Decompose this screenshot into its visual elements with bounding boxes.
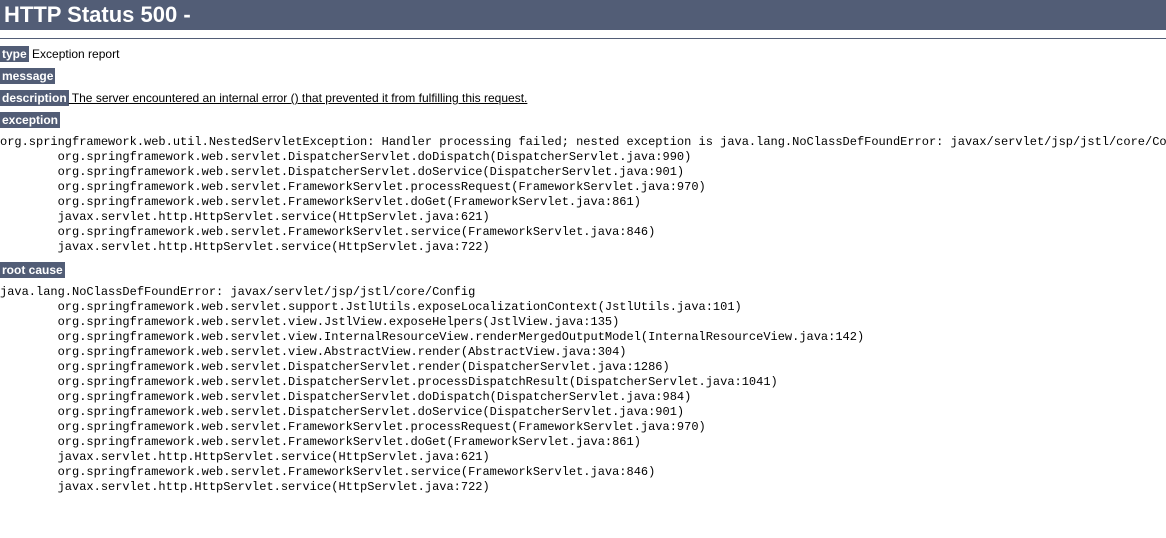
type-label: type — [0, 46, 29, 62]
type-value: Exception report — [29, 47, 120, 61]
root-cause-heading: root cause — [0, 263, 1166, 277]
type-line: type Exception report — [0, 47, 1166, 61]
exception-trace: org.springframework.web.util.NestedServl… — [0, 135, 1166, 255]
message-label: message — [0, 68, 55, 84]
root-cause-trace: java.lang.NoClassDefFoundError: javax/se… — [0, 285, 1166, 495]
root-cause-label: root cause — [0, 262, 65, 278]
divider-top — [0, 38, 1166, 39]
message-line: message — [0, 69, 1166, 83]
description-line: description The server encountered an in… — [0, 91, 1166, 105]
description-label: description — [0, 90, 69, 106]
exception-label: exception — [0, 112, 60, 128]
exception-heading: exception — [0, 113, 1166, 127]
page-title: HTTP Status 500 - — [0, 0, 1166, 30]
description-value: The server encountered an internal error… — [69, 91, 528, 105]
